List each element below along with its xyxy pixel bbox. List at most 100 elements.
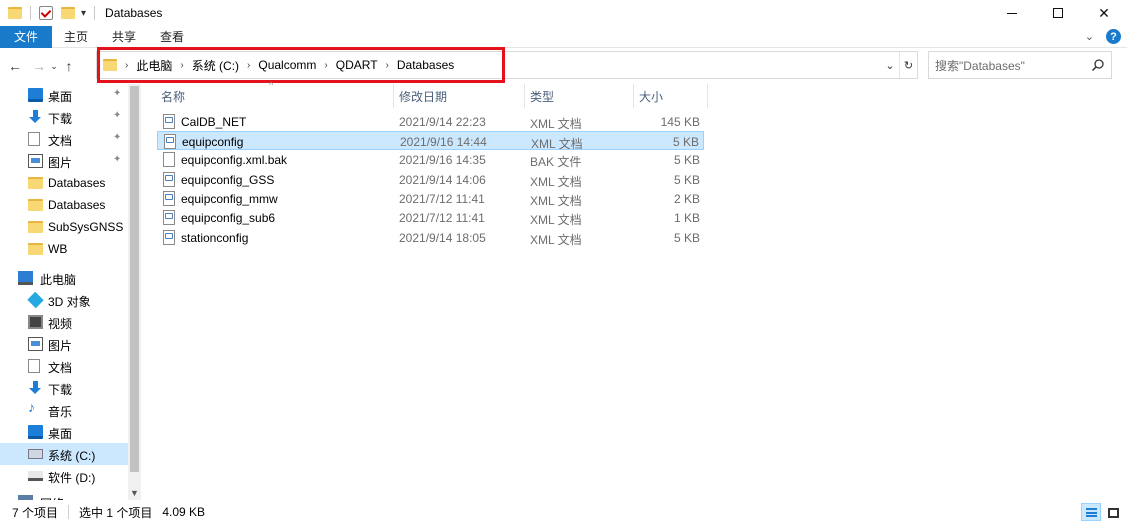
scrollbar-thumb[interactable] — [130, 86, 139, 472]
sidebar-item-desktop[interactable]: 桌面 ✦ — [0, 84, 128, 106]
xml-file-icon — [163, 191, 175, 206]
column-size[interactable]: 大小 — [639, 88, 663, 105]
sidebar-item-music[interactable]: ♪ 音乐 — [0, 399, 128, 421]
sidebar-item-label: 下载 — [48, 383, 73, 397]
column-divider[interactable] — [393, 84, 394, 108]
crumb-separator-icon[interactable]: › — [239, 60, 258, 71]
sidebar-item-downloads-pc[interactable]: 下载 — [0, 377, 128, 399]
new-folder-icon[interactable] — [61, 7, 75, 19]
crumb-separator-icon[interactable]: › — [316, 60, 335, 71]
sidebar-item-pictures[interactable]: 图片 ✦ — [0, 150, 128, 172]
forward-button[interactable]: → — [30, 56, 48, 76]
column-divider[interactable] — [707, 84, 708, 108]
pin-icon[interactable]: ✦ — [113, 154, 121, 165]
quick-access-dropdown-icon[interactable]: ▾ — [81, 8, 86, 19]
sidebar-item-documents-pc[interactable]: 文档 — [0, 355, 128, 377]
close-button[interactable]: ✕ — [1081, 0, 1127, 26]
column-divider[interactable] — [524, 84, 525, 108]
sidebar-item-pictures-pc[interactable]: 图片 — [0, 333, 128, 355]
search-input[interactable]: 搜索"Databases" — [928, 51, 1112, 79]
breadcrumb-qualcomm[interactable]: Qualcomm — [258, 58, 316, 72]
ribbon-tabs: 文件 主页 共享 查看 ⌄ ? — [0, 25, 1127, 48]
sidebar-item-databases[interactable]: Databases — [0, 172, 128, 194]
large-icons-view-button[interactable] — [1103, 503, 1123, 521]
sidebar-item-network[interactable]: 网络 — [0, 491, 128, 500]
maximize-button[interactable] — [1035, 0, 1081, 26]
breadcrumb-system-drive[interactable]: 系统 (C:) — [192, 57, 239, 74]
crumb-separator-icon[interactable]: › — [378, 60, 397, 71]
sidebar-item-desktop-pc[interactable]: 桌面 — [0, 421, 128, 443]
table-row[interactable]: stationconfig 2021/9/14 18:05 XML 文档 5 K… — [157, 228, 704, 247]
chevron-down-icon[interactable]: ▼ — [130, 488, 139, 498]
folder-icon — [28, 243, 43, 255]
pin-icon[interactable]: ✦ — [113, 88, 121, 99]
sidebar-item-wb[interactable]: WB — [0, 238, 128, 260]
expand-ribbon-icon[interactable]: ⌄ — [1085, 30, 1094, 43]
sidebar-item-label: Databases — [48, 198, 106, 212]
status-bar: 7 个项目 选中 1 个项目 4.09 KB — [0, 500, 1127, 524]
column-type[interactable]: 类型 — [530, 88, 554, 105]
details-view-button[interactable] — [1081, 503, 1101, 521]
file-type: XML 文档 — [530, 117, 582, 131]
properties-icon[interactable] — [39, 6, 53, 20]
sidebar-item-system-drive[interactable]: 系统 (C:) — [0, 443, 128, 465]
breadcrumb-this-pc[interactable]: 此电脑 — [136, 57, 172, 74]
xml-file-icon — [163, 230, 175, 245]
up-button[interactable]: ↑ — [60, 56, 78, 76]
file-date: 2021/9/16 14:44 — [400, 135, 487, 149]
title-bar: ▾ Databases ✕ — [0, 0, 1127, 26]
search-icon[interactable] — [1091, 58, 1105, 72]
recent-locations-button[interactable]: ⌄ — [48, 56, 60, 76]
address-bar[interactable]: › 此电脑 › 系统 (C:) › Qualcomm › QDART › Dat… — [96, 51, 918, 79]
selection-size: 4.09 KB — [162, 505, 206, 519]
breadcrumb-qdart[interactable]: QDART — [336, 58, 378, 72]
back-button[interactable]: ← — [6, 56, 24, 76]
system-drive-icon — [28, 449, 43, 459]
table-row[interactable]: equipconfig 2021/9/16 14:44 XML 文档 5 KB — [157, 131, 704, 151]
document-icon — [28, 359, 40, 373]
maximize-icon — [1053, 8, 1063, 18]
file-type: XML 文档 — [530, 175, 582, 189]
breadcrumb-databases[interactable]: Databases — [397, 58, 454, 72]
file-size: 5 KB — [673, 173, 700, 187]
sidebar-item-3d-objects[interactable]: 3D 对象 — [0, 289, 128, 311]
folder-icon — [28, 177, 43, 189]
sidebar-item-label: 图片 — [48, 339, 73, 353]
sidebar-item-documents[interactable]: 文档 ✦ — [0, 128, 128, 150]
tab-share[interactable]: 共享 — [100, 26, 148, 48]
sidebar-item-videos[interactable]: 视频 — [0, 311, 128, 333]
refresh-button[interactable]: ↻ — [899, 52, 917, 78]
window-title: Databases — [105, 6, 163, 20]
sidebar-item-databases-2[interactable]: Databases — [0, 194, 128, 216]
sidebar-item-subsysgnss[interactable]: SubSysGNSS — [0, 216, 128, 238]
sidebar-item-label: 音乐 — [48, 405, 73, 419]
sidebar-item-this-pc[interactable]: 此电脑 — [0, 267, 128, 289]
sidebar-item-label: 系统 (C:) — [48, 449, 96, 463]
minimize-icon — [1007, 12, 1017, 14]
column-divider[interactable] — [633, 84, 634, 108]
details-view-icon — [1086, 508, 1097, 517]
sidebar-item-downloads[interactable]: 下载 ✦ — [0, 106, 128, 128]
file-name: stationconfig — [181, 231, 249, 245]
crumb-separator-icon[interactable]: › — [172, 60, 191, 71]
column-name[interactable]: 名称 — [161, 88, 185, 105]
tab-home[interactable]: 主页 — [52, 26, 100, 48]
column-date[interactable]: 修改日期 — [399, 88, 447, 105]
table-row[interactable]: equipconfig_mmw 2021/7/12 11:41 XML 文档 2… — [157, 189, 704, 208]
address-dropdown-button[interactable]: ⌄ — [881, 52, 899, 78]
tab-view[interactable]: 查看 — [148, 26, 196, 48]
navigation-pane: 桌面 ✦ 下载 ✦ 文档 ✦ 图片 ✦ Databases Databases — [0, 84, 141, 500]
pin-icon[interactable]: ✦ — [113, 110, 121, 121]
table-row[interactable]: equipconfig_GSS 2021/9/14 14:06 XML 文档 5… — [157, 170, 704, 189]
help-icon[interactable]: ? — [1106, 29, 1121, 44]
pin-icon[interactable]: ✦ — [113, 132, 121, 143]
xml-file-icon — [164, 134, 176, 149]
table-row[interactable]: equipconfig.xml.bak 2021/9/16 14:35 BAK … — [157, 150, 704, 169]
table-row[interactable]: equipconfig_sub6 2021/7/12 11:41 XML 文档 … — [157, 208, 704, 227]
sidebar-item-software-drive[interactable]: 软件 (D:) — [0, 465, 128, 487]
minimize-button[interactable] — [989, 0, 1035, 26]
tab-file[interactable]: 文件 — [0, 25, 52, 48]
table-row[interactable]: CalDB_NET 2021/9/14 22:23 XML 文档 145 KB — [157, 112, 704, 131]
sidebar-scrollbar[interactable]: ▼ — [128, 84, 141, 500]
file-name: CalDB_NET — [181, 115, 247, 129]
